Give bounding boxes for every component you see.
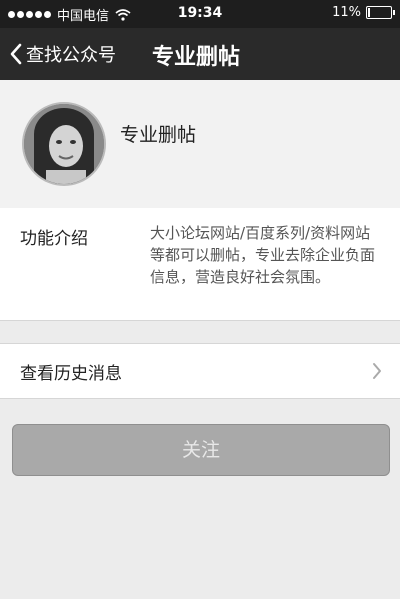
follow-button[interactable]: 关注 [12, 424, 390, 476]
profile-section: 专业删帖 [0, 80, 400, 209]
battery-icon [366, 6, 395, 19]
chevron-right-icon [373, 363, 381, 379]
history-label: 查看历史消息 [20, 364, 122, 384]
back-chevron-icon [10, 43, 22, 65]
status-bar: 中国电信 19:34 11% [0, 0, 400, 28]
status-right: 11% [332, 5, 395, 20]
battery-fill [368, 8, 370, 17]
navigation-bar: 查找公众号 专业删帖 [0, 28, 400, 80]
page-title: 专业删帖 [152, 45, 241, 70]
back-label: 查找公众号 [26, 45, 116, 66]
back-button[interactable]: 查找公众号 [10, 41, 116, 67]
avatar[interactable] [22, 102, 106, 186]
intro-label: 功能介绍 [20, 229, 88, 249]
intro-text: 大小论坛网站/百度系列/资料网站等都可以删帖，专业去除企业负面信息，营造良好社会… [150, 224, 376, 286]
history-messages-row[interactable]: 查看历史消息 [0, 343, 400, 399]
account-name: 专业删帖 [120, 124, 197, 146]
avatar-image [24, 104, 104, 184]
battery-percent: 11% [332, 5, 361, 20]
intro-section: 功能介绍 大小论坛网站/百度系列/资料网站等都可以删帖，专业去除企业负面信息，营… [0, 208, 400, 321]
